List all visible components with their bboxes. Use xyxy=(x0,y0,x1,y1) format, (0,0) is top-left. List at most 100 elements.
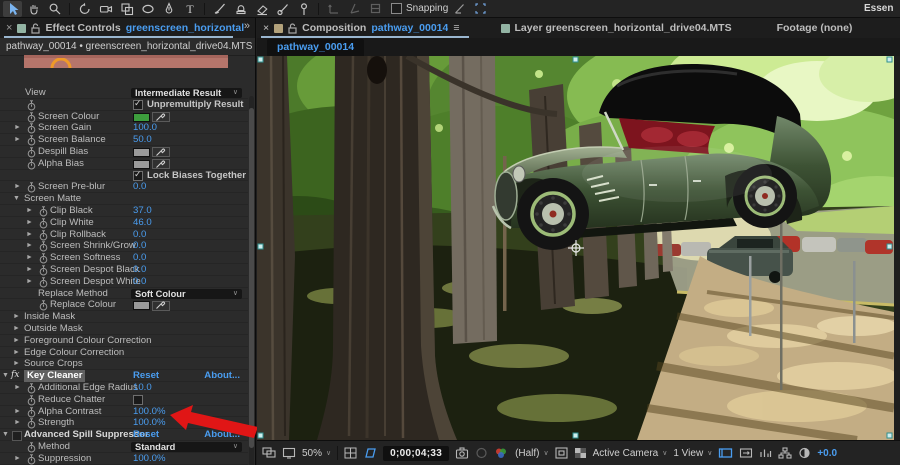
type-tool-button[interactable]: T xyxy=(180,1,199,17)
close-panel-icon[interactable]: × xyxy=(6,22,12,34)
twirl-open-icon[interactable]: ▼ xyxy=(2,429,9,441)
color-swatch[interactable] xyxy=(133,301,150,310)
param-value[interactable]: 100.0 xyxy=(133,122,157,134)
transparency-grid-icon[interactable] xyxy=(574,447,587,459)
param-value[interactable]: 37.0 xyxy=(133,205,152,217)
clone-stamp-tool-button[interactable] xyxy=(231,1,250,17)
snapping-checkbox[interactable] xyxy=(391,3,402,14)
viewer-tab[interactable]: pathway_00014 xyxy=(267,39,364,56)
twirl-closed-icon[interactable]: ► xyxy=(14,122,21,134)
twirl-closed-icon[interactable]: ► xyxy=(14,181,21,193)
param-value[interactable]: 100.0% xyxy=(133,406,166,418)
region-of-interest-icon[interactable] xyxy=(555,447,568,459)
snap-angle-icon[interactable] xyxy=(450,1,469,17)
color-swatch[interactable] xyxy=(133,160,150,169)
stopwatch-icon[interactable] xyxy=(39,277,48,288)
zoom-tool-button[interactable] xyxy=(45,1,64,17)
axis-mode-world-icon[interactable] xyxy=(345,1,364,17)
close-panel-icon[interactable]: × xyxy=(263,22,269,34)
flowchart-icon[interactable] xyxy=(778,447,792,459)
stopwatch-icon[interactable] xyxy=(27,407,36,418)
twirl-closed-icon[interactable]: ► xyxy=(26,264,33,276)
rotation-tool-button[interactable] xyxy=(75,1,94,17)
twirl-closed-icon[interactable]: ► xyxy=(26,217,33,229)
stopwatch-icon[interactable] xyxy=(27,123,36,134)
stopwatch-icon[interactable] xyxy=(27,418,36,429)
param-value[interactable]: 50.0 xyxy=(133,134,152,146)
pan-behind-tool-button[interactable] xyxy=(117,1,136,17)
panel-overflow-icon[interactable]: » xyxy=(244,20,250,32)
param-label[interactable]: Advanced Spill Suppressor xyxy=(24,429,149,441)
hand-tool-button[interactable] xyxy=(24,1,43,17)
fast-previews-icon[interactable] xyxy=(759,447,772,459)
resolution-dropdown[interactable]: (Half)∨ xyxy=(515,448,549,459)
twirl-closed-icon[interactable]: ► xyxy=(13,335,20,347)
layer-tab[interactable]: Layer greenscreen_horizontal_drive04.MTS xyxy=(501,22,732,34)
scrollbar-thumb[interactable] xyxy=(249,108,254,448)
stopwatch-icon[interactable] xyxy=(27,383,36,394)
snapping-control[interactable]: Snapping xyxy=(391,3,448,14)
snap-points-icon[interactable] xyxy=(471,1,490,17)
stopwatch-icon[interactable] xyxy=(27,135,36,146)
show-snapshot-icon[interactable] xyxy=(475,447,488,459)
share-view-icon[interactable] xyxy=(718,447,733,459)
eraser-tool-button[interactable] xyxy=(252,1,271,17)
composition-tab-name[interactable]: pathway_00014 xyxy=(371,22,448,34)
stopwatch-icon[interactable] xyxy=(39,230,48,241)
snapshot-icon[interactable] xyxy=(455,447,469,459)
twirl-closed-icon[interactable]: ► xyxy=(26,252,33,264)
axis-mode-view-icon[interactable] xyxy=(366,1,385,17)
param-value[interactable]: 100.0% xyxy=(133,453,166,465)
param-value[interactable]: 0.0 xyxy=(133,181,146,193)
stopwatch-icon[interactable] xyxy=(39,253,48,264)
twirl-open-icon[interactable]: ▼ xyxy=(2,370,9,382)
twirl-closed-icon[interactable]: ► xyxy=(14,382,21,394)
primary-viewer-icon[interactable] xyxy=(282,447,296,459)
param-value[interactable]: 0.0 xyxy=(133,252,146,264)
axis-mode-local-icon[interactable] xyxy=(324,1,343,17)
effect-enable-box[interactable] xyxy=(12,431,22,441)
stopwatch-icon[interactable] xyxy=(27,454,36,465)
color-swatch[interactable] xyxy=(133,113,150,122)
puppet-pin-tool-button[interactable] xyxy=(294,1,313,17)
checkbox-checked[interactable]: ✓ xyxy=(133,171,143,181)
mask-roi-icon[interactable] xyxy=(363,447,377,459)
about-link[interactable]: About... xyxy=(204,370,240,382)
dropdown[interactable]: Intermediate Result∨ xyxy=(131,88,242,98)
twirl-closed-icon[interactable]: ► xyxy=(26,240,33,252)
stopwatch-icon[interactable] xyxy=(27,112,36,123)
stopwatch-icon[interactable] xyxy=(39,218,48,229)
stopwatch-icon[interactable] xyxy=(39,241,48,252)
show-channel-icon[interactable] xyxy=(494,447,509,459)
stopwatch-icon[interactable] xyxy=(39,265,48,276)
param-value[interactable]: 0.0 xyxy=(133,229,146,241)
scrollbar[interactable] xyxy=(249,96,254,465)
twirl-closed-icon[interactable]: ► xyxy=(26,276,33,288)
always-preview-icon[interactable] xyxy=(262,447,276,459)
stopwatch-icon[interactable] xyxy=(27,395,36,406)
twirl-closed-icon[interactable]: ► xyxy=(14,406,21,418)
stopwatch-icon[interactable] xyxy=(39,300,48,311)
lock-icon[interactable] xyxy=(288,23,297,34)
roto-brush-tool-button[interactable] xyxy=(273,1,292,17)
stopwatch-icon[interactable] xyxy=(27,442,36,453)
param-label[interactable]: Key Cleaner xyxy=(24,370,85,382)
stopwatch-icon[interactable] xyxy=(27,100,36,111)
stopwatch-icon[interactable] xyxy=(27,182,36,193)
twirl-closed-icon[interactable]: ► xyxy=(26,229,33,241)
workspace-label[interactable]: Essen xyxy=(864,0,900,18)
panel-menu-icon[interactable]: ≡ xyxy=(453,22,459,34)
twirl-closed-icon[interactable]: ► xyxy=(13,347,20,359)
composition-tab-title[interactable]: Composition xyxy=(302,22,366,34)
reset-link[interactable]: Reset xyxy=(133,429,159,441)
param-value[interactable]: 0.0 xyxy=(133,276,146,288)
twirl-closed-icon[interactable]: ► xyxy=(26,205,33,217)
eyedropper-button[interactable] xyxy=(152,159,170,169)
stopwatch-icon[interactable] xyxy=(39,206,48,217)
twirl-closed-icon[interactable]: ► xyxy=(13,311,20,323)
checkbox-unchecked[interactable] xyxy=(133,395,143,405)
param-value[interactable]: 46.0 xyxy=(133,217,152,229)
lock-icon[interactable] xyxy=(31,23,40,34)
twirl-open-icon[interactable]: ▼ xyxy=(13,193,20,205)
dropdown[interactable]: Standard∨ xyxy=(131,442,242,452)
